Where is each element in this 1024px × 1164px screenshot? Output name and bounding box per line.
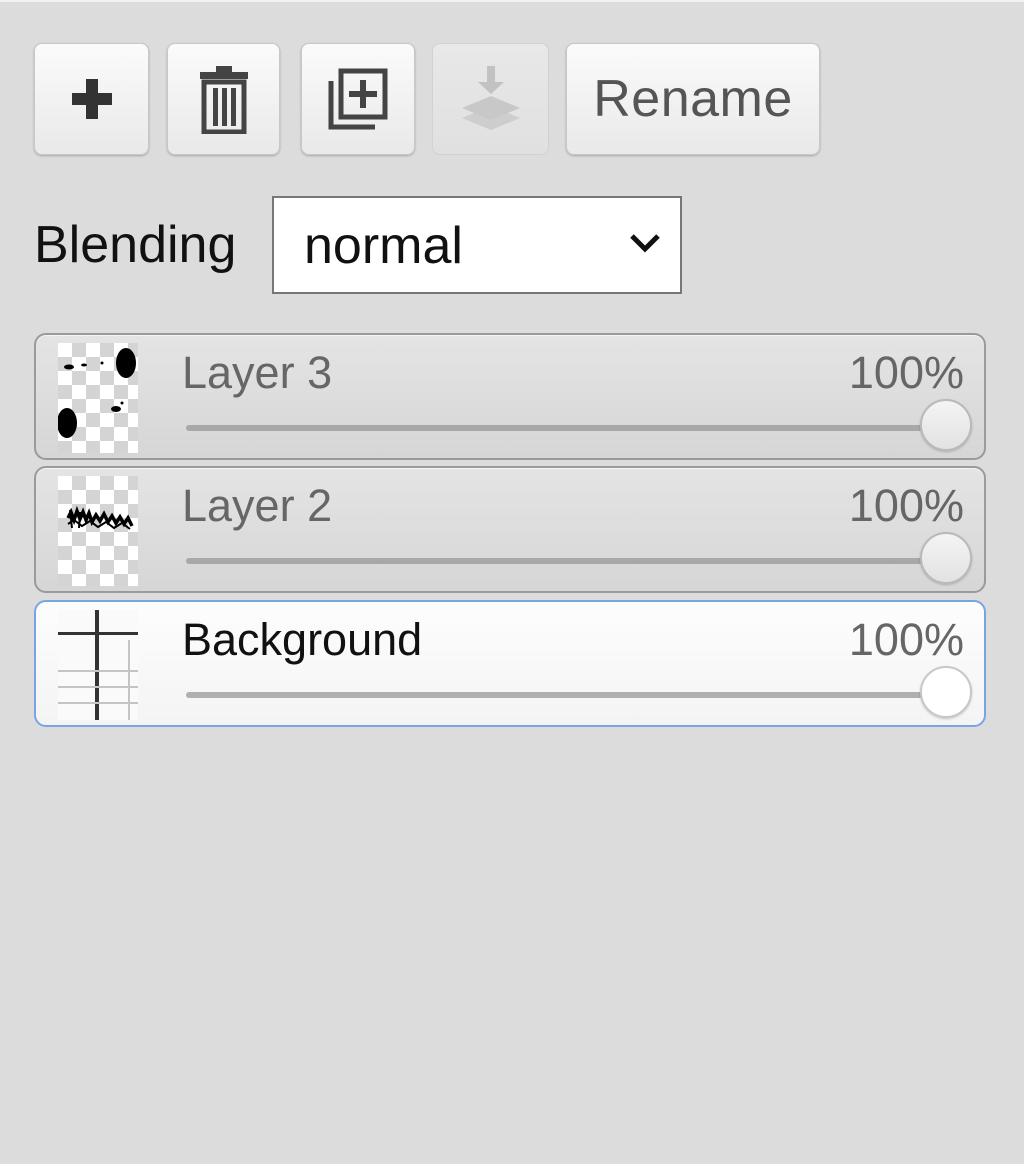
layer-thumbnail bbox=[58, 476, 138, 586]
layer-item-layer-3[interactable]: Layer 3 100% bbox=[34, 333, 986, 460]
layer-item-layer-2[interactable]: Layer 2 100% bbox=[34, 466, 986, 593]
slider-handle[interactable] bbox=[920, 666, 972, 718]
layer-thumbnail bbox=[58, 343, 138, 453]
blending-mode-select[interactable]: normal bbox=[272, 196, 682, 294]
layer-opacity-slider[interactable] bbox=[186, 532, 972, 592]
trash-icon bbox=[199, 66, 248, 134]
slider-track bbox=[186, 558, 946, 564]
chevron-down-icon bbox=[630, 234, 660, 253]
layer-opacity-value: 100% bbox=[848, 480, 964, 531]
slider-track bbox=[186, 425, 946, 431]
rename-label: Rename bbox=[593, 70, 793, 128]
blending-label: Blending bbox=[34, 216, 237, 274]
slider-handle[interactable] bbox=[920, 399, 972, 451]
layer-name: Layer 3 bbox=[182, 347, 333, 398]
layer-opacity-slider[interactable] bbox=[186, 399, 972, 459]
layer-opacity-value: 100% bbox=[848, 614, 964, 665]
duplicate-icon bbox=[328, 68, 388, 130]
rename-layer-button[interactable]: Rename bbox=[566, 43, 820, 155]
layer-name: Background bbox=[182, 614, 423, 665]
merge-down-button[interactable] bbox=[432, 43, 549, 155]
layer-opacity-slider[interactable] bbox=[186, 666, 972, 726]
merge-down-icon bbox=[461, 66, 520, 130]
layer-name: Layer 2 bbox=[182, 480, 333, 531]
blending-mode-value: normal bbox=[304, 217, 463, 275]
delete-layer-button[interactable] bbox=[167, 43, 280, 155]
slider-handle[interactable] bbox=[920, 532, 972, 584]
slider-track bbox=[186, 692, 946, 698]
layer-thumbnail bbox=[58, 610, 138, 720]
layers-toolbar: Rename bbox=[0, 0, 1024, 170]
layer-opacity-value: 100% bbox=[848, 347, 964, 398]
blending-row: Blending normal bbox=[0, 190, 1024, 300]
layer-item-background[interactable]: Background 100% bbox=[34, 600, 986, 727]
add-layer-button[interactable] bbox=[34, 43, 149, 155]
plus-icon bbox=[71, 79, 112, 119]
duplicate-layer-button[interactable] bbox=[301, 43, 415, 155]
